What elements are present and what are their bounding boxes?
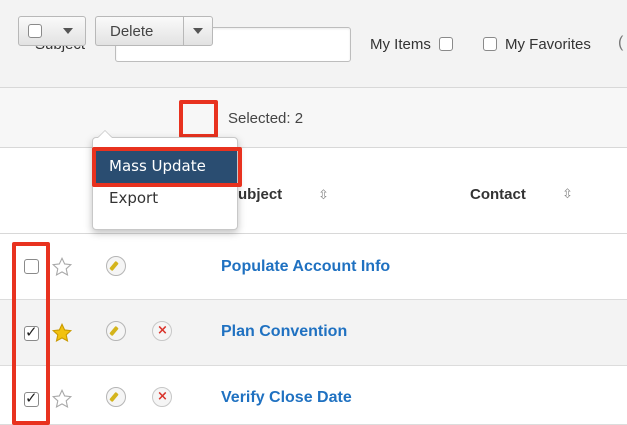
column-header-subject[interactable]: ubject <box>238 186 282 203</box>
sort-icon[interactable]: ⇳ <box>562 186 573 202</box>
chevron-down-icon <box>193 28 203 34</box>
chevron-down-icon <box>63 28 73 34</box>
mass-select-button[interactable] <box>18 16 86 46</box>
my-favorites-label: My Favorites <box>505 36 591 53</box>
column-header-contact[interactable]: Contact <box>470 186 526 203</box>
edit-pencil-icon[interactable] <box>106 321 126 341</box>
delete-button[interactable]: Delete <box>95 16 183 46</box>
actions-dropdown-toggle[interactable] <box>183 16 213 46</box>
my-items-checkbox[interactable] <box>439 37 453 51</box>
row-subject-link[interactable]: Verify Close Date <box>221 389 352 407</box>
menu-item-label: Export <box>109 189 159 207</box>
table-row: Populate Account Info <box>0 234 627 300</box>
select-all-checkbox[interactable] <box>28 24 42 38</box>
my-favorites-checkbox[interactable] <box>483 37 497 51</box>
highlight-box-dropdown-toggle <box>179 100 218 138</box>
row-subject-link[interactable]: Populate Account Info <box>221 258 390 276</box>
delete-button-label: Delete <box>110 23 154 40</box>
sort-icon[interactable]: ⇳ <box>318 187 329 203</box>
star-icon[interactable] <box>51 256 73 278</box>
selected-count: Selected: 2 <box>228 110 304 127</box>
edit-pencil-icon[interactable] <box>106 387 126 407</box>
my-items-label: My Items <box>370 36 431 53</box>
dropdown-pointer-inner <box>98 131 112 138</box>
table-row: × Plan Convention <box>0 300 627 366</box>
star-icon[interactable] <box>51 388 73 410</box>
filter-bar: Subject My Items My Favorites ( <box>0 0 627 88</box>
table-row: × Verify Close Date <box>0 366 627 425</box>
star-icon[interactable] <box>51 322 73 344</box>
row-subject-link[interactable]: Plan Convention <box>221 323 347 341</box>
menu-item-export[interactable]: Export <box>93 183 237 215</box>
highlight-box-row-checkboxes <box>12 242 50 425</box>
delete-x-icon[interactable]: × <box>152 387 172 407</box>
cut-off-filter: ( <box>618 34 624 51</box>
edit-pencil-icon[interactable] <box>106 256 126 276</box>
delete-x-icon[interactable]: × <box>152 321 172 341</box>
highlight-box-mass-update <box>92 147 242 187</box>
